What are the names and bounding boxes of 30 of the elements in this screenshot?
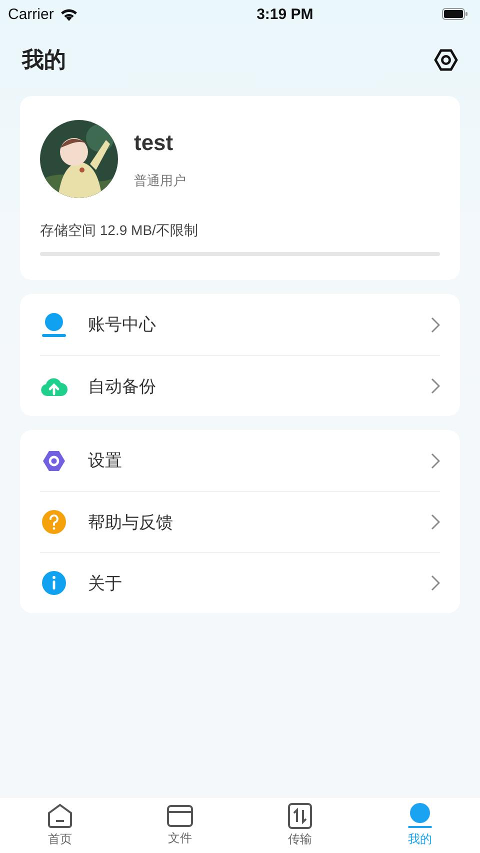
- chevron-icon: [431, 514, 440, 530]
- carrier-label: Carrier: [8, 6, 54, 22]
- chevron-icon: [431, 316, 440, 332]
- menu-item[interactable]: 设置: [40, 430, 440, 491]
- tab-item[interactable]: 传输: [240, 798, 360, 853]
- info-icon: [40, 571, 68, 595]
- menu-item[interactable]: 帮助与反馈: [40, 491, 440, 552]
- menu-item[interactable]: 自动备份: [40, 355, 440, 416]
- page-title: 我的: [22, 46, 66, 74]
- clock-time: 3:19 PM: [256, 6, 314, 22]
- settings-icon[interactable]: [434, 49, 458, 71]
- tab-item[interactable]: 首页: [0, 798, 120, 853]
- transfer-icon: [288, 803, 312, 829]
- chevron-icon: [431, 575, 440, 591]
- battery-icon: [442, 8, 468, 20]
- storage-text: 存储空间 12.9 MB/不限制: [40, 222, 199, 240]
- user-role: 普通用户: [134, 172, 186, 190]
- chevron-icon: [431, 452, 440, 468]
- menu-item[interactable]: 关于: [40, 552, 440, 613]
- question-icon: [40, 510, 68, 534]
- person-icon: [407, 803, 433, 829]
- home-icon: [47, 803, 73, 829]
- person-icon: [40, 312, 68, 336]
- folder-icon: [167, 804, 193, 828]
- user-name: test: [134, 130, 174, 156]
- tab-item[interactable]: 文件: [120, 798, 240, 853]
- chevron-icon: [431, 378, 440, 394]
- menu-item[interactable]: 账号中心: [40, 294, 440, 355]
- wifi-icon: [60, 8, 78, 20]
- settings-icon: [40, 448, 68, 472]
